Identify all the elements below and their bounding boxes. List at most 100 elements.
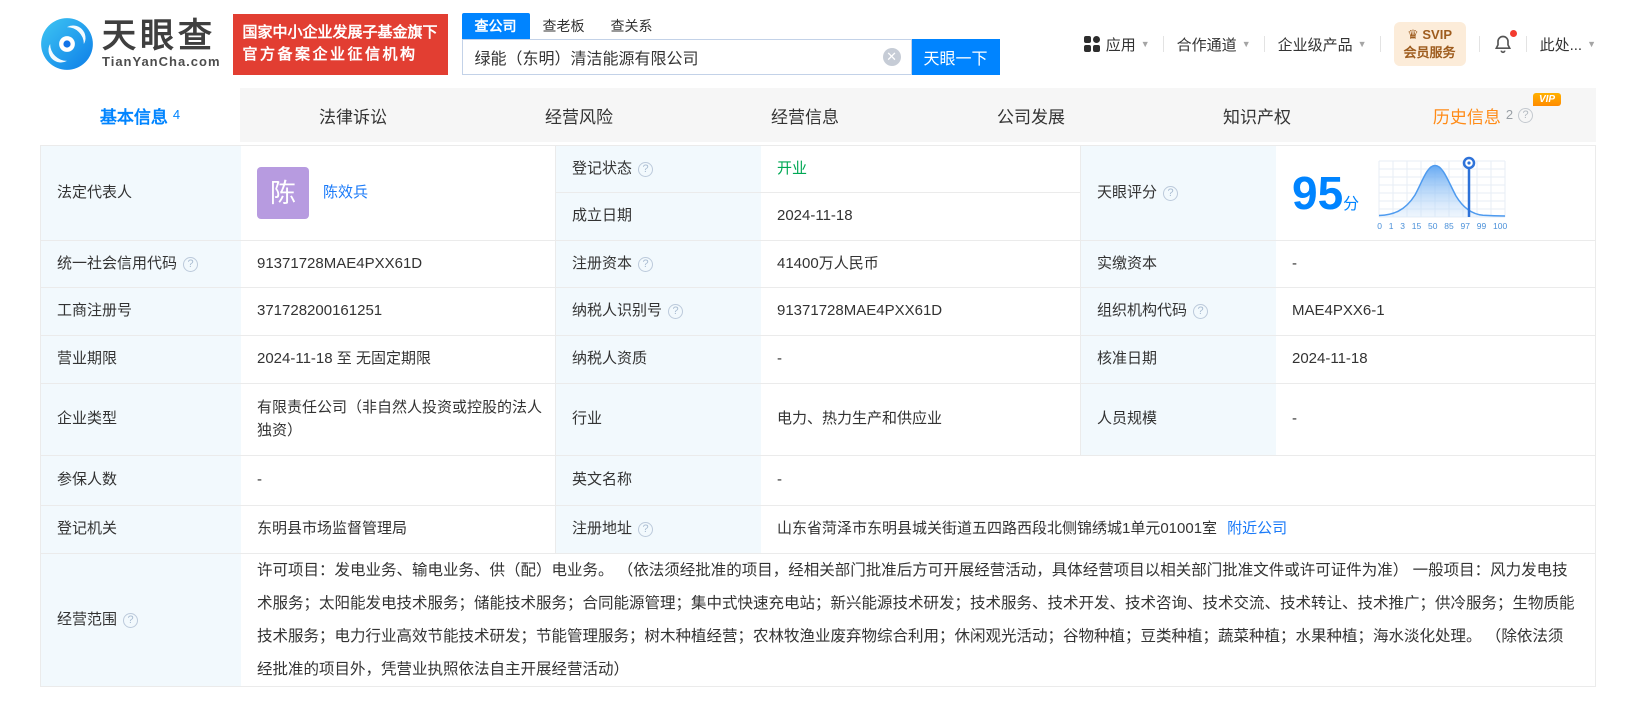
tab-business-info[interactable]: 经营信息 (692, 88, 918, 142)
company-type-value: 有限责任公司（非自然人投资或控股的法人独资） (241, 384, 556, 456)
nav-user-menu[interactable]: 此处... ▼ (1540, 34, 1596, 55)
nearby-companies-link[interactable]: 附近公司 (1227, 518, 1287, 541)
tab-history-info[interactable]: VIP 历史信息 2 ? (1370, 88, 1596, 142)
field-label-organization-code: 组织机构代码 ? (1081, 288, 1276, 336)
help-icon[interactable]: ? (1518, 107, 1534, 123)
notification-bell-icon[interactable] (1493, 30, 1517, 55)
avatar[interactable]: 陈 (257, 167, 309, 219)
help-icon[interactable]: ? (183, 256, 199, 272)
certification-line1: 国家中小企业发展子基金旗下 (242, 23, 438, 41)
industry-value: 电力、热力生产和供应业 (761, 384, 1081, 456)
section-tabbar: 基本信息 4 法律诉讼 经营风险 经营信息 公司发展 知识产权 VIP 历史信息… (40, 88, 1596, 142)
field-label-insured-count: 参保人数 (41, 456, 241, 506)
registered-address-cell: 山东省菏泽市东明县城关街道五四路西段北侧锦绣城1单元01001室 附近公司 (761, 506, 1595, 554)
field-label-taxpayer-quality: 纳税人资质 (556, 336, 761, 384)
certification-line2: 官方备案企业征信机构 (242, 46, 418, 63)
staff-size-value: - (1276, 384, 1595, 456)
tab-count: 4 (172, 106, 181, 122)
tab-count: 2 (1505, 106, 1514, 122)
divider (1478, 36, 1480, 52)
vip-tag: VIP (1532, 93, 1562, 106)
establish-date-value: 2024-11-18 (761, 193, 1081, 241)
search-tab-company[interactable]: 查公司 (461, 13, 530, 39)
field-label-registration-number: 工商注册号 (41, 288, 241, 336)
approval-date-value: 2024-11-18 (1276, 336, 1595, 384)
divider (1263, 36, 1265, 52)
search-input[interactable] (462, 48, 883, 66)
notification-dot (1509, 30, 1517, 37)
tab-operational-risk[interactable]: 经营风险 (466, 88, 692, 142)
tab-legal-proceedings[interactable]: 法律诉讼 (240, 88, 466, 142)
english-name-value: - (761, 456, 1595, 506)
score-axis-labels: 01 3 15 50 85 97 99 100 (1377, 221, 1508, 232)
search-area: 查公司 查老板 查关系 ✕ 天眼一下 (461, 13, 1000, 75)
divider (1379, 36, 1381, 52)
field-label-english-name: 英文名称 (556, 456, 761, 506)
field-label-business-scope: 经营范围 ? (41, 554, 241, 686)
tab-intellectual-property[interactable]: 知识产权 (1144, 88, 1370, 142)
apps-grid-icon (1083, 36, 1100, 52)
field-label-company-type: 企业类型 (41, 384, 241, 456)
field-label-legal-representative: 法定代表人 (41, 146, 241, 241)
field-label-approval-date: 核准日期 (1081, 336, 1276, 384)
nav-enterprise-products[interactable]: 企业级产品 ▼ (1278, 34, 1367, 55)
help-icon[interactable]: ? (1163, 185, 1179, 201)
brand-name: 天眼查 (102, 16, 216, 55)
nav-partner-channel[interactable]: 合作通道 ▼ (1177, 34, 1251, 55)
score-distribution-chart: 01 3 15 50 85 97 99 100 (1377, 153, 1507, 233)
tab-basic-info[interactable]: 基本信息 4 (40, 88, 240, 142)
site-header: 天眼查 TianYanCha.com 国家中小企业发展子基金旗下 官方备案企业征… (0, 0, 1636, 88)
business-scope-value: 许可项目：发电业务、输电业务、供（配）电业务。 （依法须经批准的项目，经相关部门… (241, 554, 1595, 686)
brand-domain: TianYanCha.com (102, 54, 221, 70)
field-label-registered-address: 注册地址 ? (556, 506, 761, 554)
help-icon[interactable]: ? (1193, 304, 1209, 319)
help-icon[interactable]: ? (638, 522, 654, 537)
field-label-establish-date: 成立日期 (556, 193, 761, 241)
legal-representative-link[interactable]: 陈效兵 (323, 182, 368, 205)
score-value: 95 (1292, 166, 1344, 219)
field-label-tianyan-score: 天眼评分 ? (1081, 146, 1276, 241)
chevron-down-icon: ▼ (1241, 39, 1251, 49)
organization-code-value: MAE4PXX6-1 (1276, 288, 1595, 336)
search-tab-relation[interactable]: 查关系 (598, 13, 666, 39)
help-icon[interactable]: ? (668, 304, 684, 319)
registration-number-value: 371728200161251 (241, 288, 556, 336)
nav-apps[interactable]: 应用 ▼ (1083, 34, 1150, 55)
divider (1525, 36, 1527, 52)
tianyancha-logo-icon (40, 17, 94, 71)
clear-search-icon[interactable]: ✕ (882, 48, 901, 66)
field-label-staff-size: 人员规模 (1081, 384, 1276, 456)
company-basic-info-table: 法定代表人 陈 陈效兵 登记状态 ? 开业 天眼评分 ? 95分 0 1 3 1… (40, 145, 1596, 687)
field-label-industry: 行业 (556, 384, 761, 456)
field-label-credit-code: 统一社会信用代码 ? (41, 241, 241, 288)
top-nav: 应用 ▼ 合作通道 ▼ 企业级产品 ▼ ♛ SVIP 会员服务 此处... ▼ (1083, 22, 1596, 66)
registration-authority-value: 东明县市场监督管理局 (241, 506, 556, 554)
divider (1162, 36, 1164, 52)
taxpayer-quality-value: - (761, 336, 1081, 384)
taxpayer-id-value: 91371728MAE4PXX61D (761, 288, 1081, 336)
crown-icon: ♛ (1407, 27, 1419, 43)
search-box: ✕ (461, 39, 912, 75)
svip-member-service-button[interactable]: ♛ SVIP 会员服务 (1393, 22, 1466, 66)
legal-representative-cell: 陈 陈效兵 (241, 146, 556, 241)
chevron-down-icon: ▼ (1587, 39, 1596, 49)
credit-code-value: 91371728MAE4PXX61D (241, 241, 556, 288)
help-icon[interactable]: ? (123, 612, 139, 628)
tab-company-development[interactable]: 公司发展 (918, 88, 1144, 142)
field-label-registration-status: 登记状态 ? (556, 146, 761, 193)
tianyancha-logo[interactable]: 天眼查 TianYanCha.com (40, 17, 221, 71)
help-icon[interactable]: ? (638, 161, 654, 177)
field-label-registration-authority: 登记机关 (41, 506, 241, 554)
chevron-down-icon: ▼ (1357, 39, 1367, 49)
search-tabs: 查公司 查老板 查关系 (461, 13, 1000, 39)
help-icon[interactable]: ? (638, 256, 654, 272)
chevron-down-icon: ▼ (1140, 39, 1150, 49)
search-tab-boss[interactable]: 查老板 (530, 13, 598, 39)
field-label-registered-capital: 注册资本 ? (556, 241, 761, 288)
registration-status-value: 开业 (761, 146, 1081, 193)
field-label-business-term: 营业期限 (41, 336, 241, 384)
field-label-paid-in-capital: 实缴资本 (1081, 241, 1276, 288)
registered-capital-value: 41400万人民币 (761, 241, 1081, 288)
search-button[interactable]: 天眼一下 (911, 39, 1000, 75)
certification-badge: 国家中小企业发展子基金旗下 官方备案企业征信机构 (232, 13, 448, 75)
